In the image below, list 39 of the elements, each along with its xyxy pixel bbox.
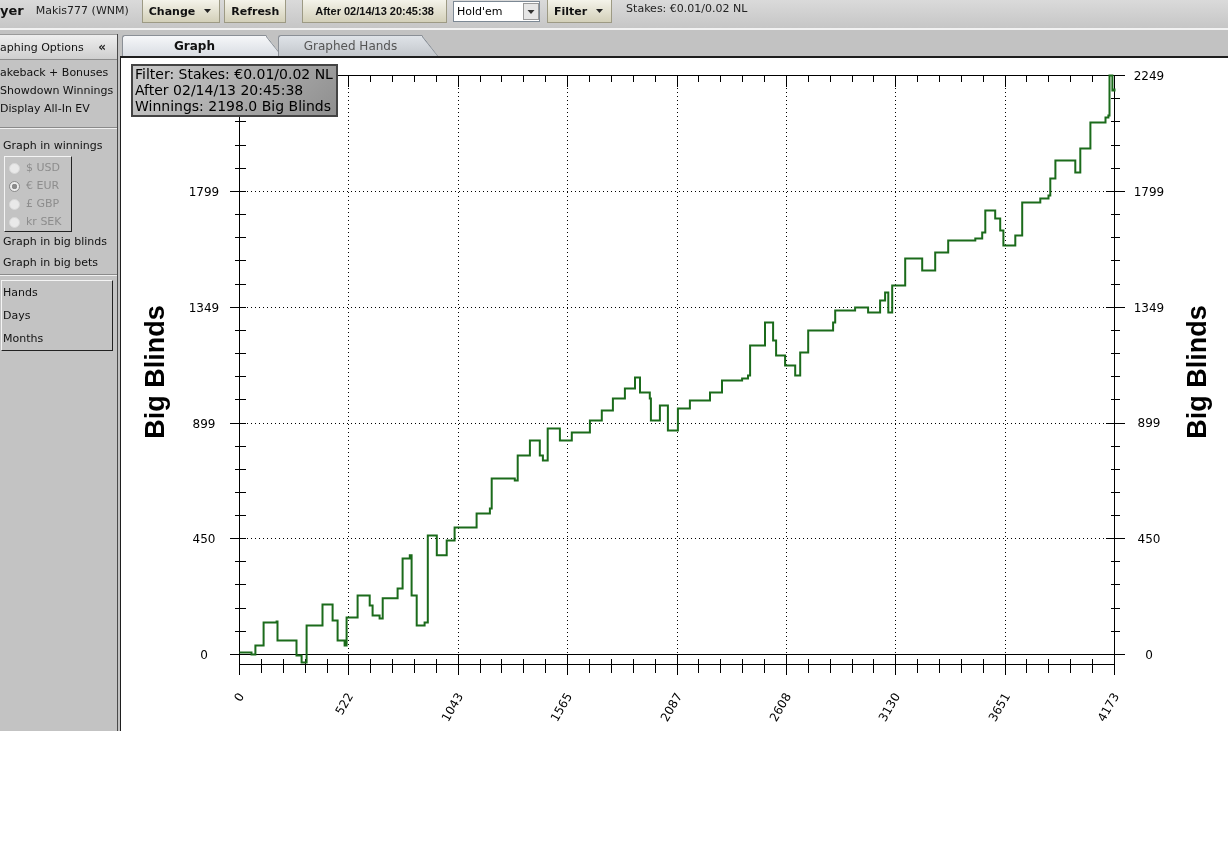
sidebar-title: aphing Options — [0, 40, 84, 54]
y-axis-title: Big Blinds — [140, 305, 170, 439]
graph-mode-option[interactable]: Graph in big bets — [0, 252, 117, 273]
game-select[interactable]: Hold'em — [452, 1, 540, 22]
sidebar-option[interactable]: Showdown Winnings — [0, 82, 117, 100]
y-tick-label: 450 — [1137, 532, 1161, 547]
y-tick-label: 450 — [192, 532, 216, 546]
graph-mode-option[interactable]: Graph in winnings — [0, 137, 117, 155]
summary-line: After 02/14/13 20:45:38 — [135, 82, 305, 98]
y-tick-label: 0 — [200, 648, 208, 662]
y-tick-label: 899 — [192, 417, 216, 431]
y-tick-label: 899 — [1137, 416, 1161, 431]
period-option[interactable]: Months — [2, 327, 112, 350]
toolbar-title: yer — [0, 2, 24, 20]
toolbar-button[interactable]: Refresh — [224, 0, 287, 23]
y-axis-title: Big Blinds — [1182, 305, 1212, 439]
y-tick-label: 2249 — [1133, 69, 1165, 83]
player-name: Makis777 (WNM) — [35, 3, 129, 19]
summary-line: Winnings: 2198.0 Big Blinds — [135, 98, 332, 114]
y-tick-label: 1799 — [188, 185, 220, 199]
y-tick-label: 1349 — [188, 301, 220, 315]
period-option[interactable]: Hands — [2, 281, 112, 304]
graph-mode-option[interactable]: Graph in big blinds — [0, 231, 117, 252]
y-tick-label: 1799 — [1133, 184, 1165, 199]
tab[interactable]: Graphed Hands — [278, 35, 438, 56]
dropdown-button[interactable]: Change — [141, 0, 221, 23]
x-tick-label: 0 — [231, 690, 248, 705]
y-tick-label: 0 — [1145, 647, 1153, 662]
caret-icon — [204, 9, 212, 13]
dropdown-button[interactable]: Filter — [546, 0, 613, 23]
period-option[interactable]: Days — [2, 304, 112, 327]
collapse-button[interactable]: « — [98, 40, 106, 54]
filter-summary: Stakes: €0.01/0.02 NL — [626, 1, 748, 17]
sidebar-option[interactable]: Display All-In EV — [0, 100, 117, 118]
date-filter-button[interactable]: After 02/14/13 20:45:38 — [302, 0, 447, 23]
caret-icon — [596, 9, 604, 13]
sidebar-option[interactable]: akeback + Bonuses — [0, 64, 117, 82]
y-tick-label: 1349 — [1133, 300, 1165, 315]
summary-line: Filter: Stakes: €0.01/0.02 NL — [135, 66, 333, 82]
